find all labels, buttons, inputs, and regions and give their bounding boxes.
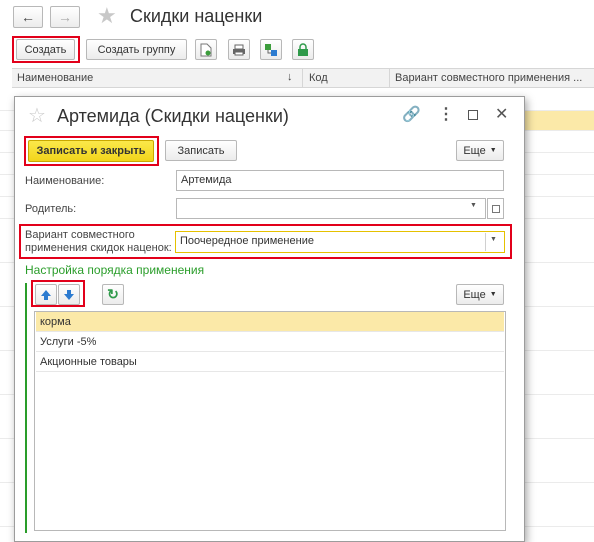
lock-icon [298, 42, 308, 56]
link-icon[interactable]: 🔗 [402, 105, 421, 123]
refresh-icon: ↻ [107, 286, 119, 302]
window-title: Скидки наценки [130, 6, 263, 26]
print-button[interactable] [228, 39, 250, 60]
more-options-icon[interactable]: ⋮ [438, 104, 454, 124]
parent-label: Родитель: [25, 203, 77, 215]
structure-icon [265, 43, 277, 56]
section-more-button[interactable]: Еще ▼ [456, 284, 504, 305]
column-divider [302, 69, 303, 88]
printer-icon [233, 44, 245, 55]
section-more-label: Еще [463, 288, 486, 301]
arrow-left-icon: ← [21, 9, 35, 25]
forward-button[interactable]: → [50, 6, 80, 28]
back-button[interactable]: ← [13, 6, 43, 28]
more-button-label: Еще [463, 144, 486, 157]
maximize-icon[interactable] [468, 110, 478, 120]
structure-button[interactable] [260, 39, 282, 60]
name-label: Наименование: [25, 175, 105, 187]
favorite-star-icon[interactable]: ★ [97, 3, 117, 29]
open-form-icon [491, 204, 500, 213]
column-header-name[interactable]: Наименование [17, 72, 93, 84]
copy-doc-button[interactable] [195, 39, 217, 60]
column-header-variant[interactable]: Вариант совместного применения ... [395, 72, 582, 84]
arrow-right-icon: → [58, 9, 72, 25]
chevron-down-icon: ▼ [489, 147, 497, 154]
move-buttons-highlight [31, 280, 85, 307]
column-header-code[interactable]: Код [309, 72, 328, 84]
create-group-button[interactable]: Создать группу [86, 39, 187, 60]
list-selected-row[interactable] [522, 110, 594, 130]
name-field[interactable]: Артемида [176, 170, 504, 191]
list-item[interactable]: Услуги -5% [36, 332, 504, 352]
create-button-highlight [12, 36, 80, 63]
lock-button[interactable] [292, 39, 314, 60]
section-left-bar [25, 283, 27, 533]
document-icon [200, 43, 212, 56]
more-button[interactable]: Еще ▼ [456, 140, 504, 161]
save-button[interactable]: Записать [165, 140, 237, 161]
save-and-close-highlight [24, 136, 159, 166]
column-divider [389, 69, 390, 88]
parent-open-button[interactable] [487, 198, 504, 219]
refresh-button[interactable]: ↻ [102, 284, 124, 305]
list-item[interactable]: корма [36, 312, 504, 332]
close-icon[interactable]: ✕ [495, 104, 508, 124]
variant-highlight [19, 224, 512, 259]
chevron-down-icon: ▼ [489, 291, 497, 298]
dialog-title: Артемида (Скидки наценки) [57, 106, 289, 126]
section-title: Настройка порядка применения [25, 263, 205, 277]
parent-dropdown-icon[interactable]: ▼ [470, 202, 477, 209]
dialog-favorite-star-icon[interactable]: ☆ [28, 103, 46, 128]
parent-field[interactable] [176, 198, 486, 219]
list-item[interactable]: Акционные товары [36, 352, 504, 372]
sort-down-icon[interactable]: ↓ [287, 71, 293, 83]
